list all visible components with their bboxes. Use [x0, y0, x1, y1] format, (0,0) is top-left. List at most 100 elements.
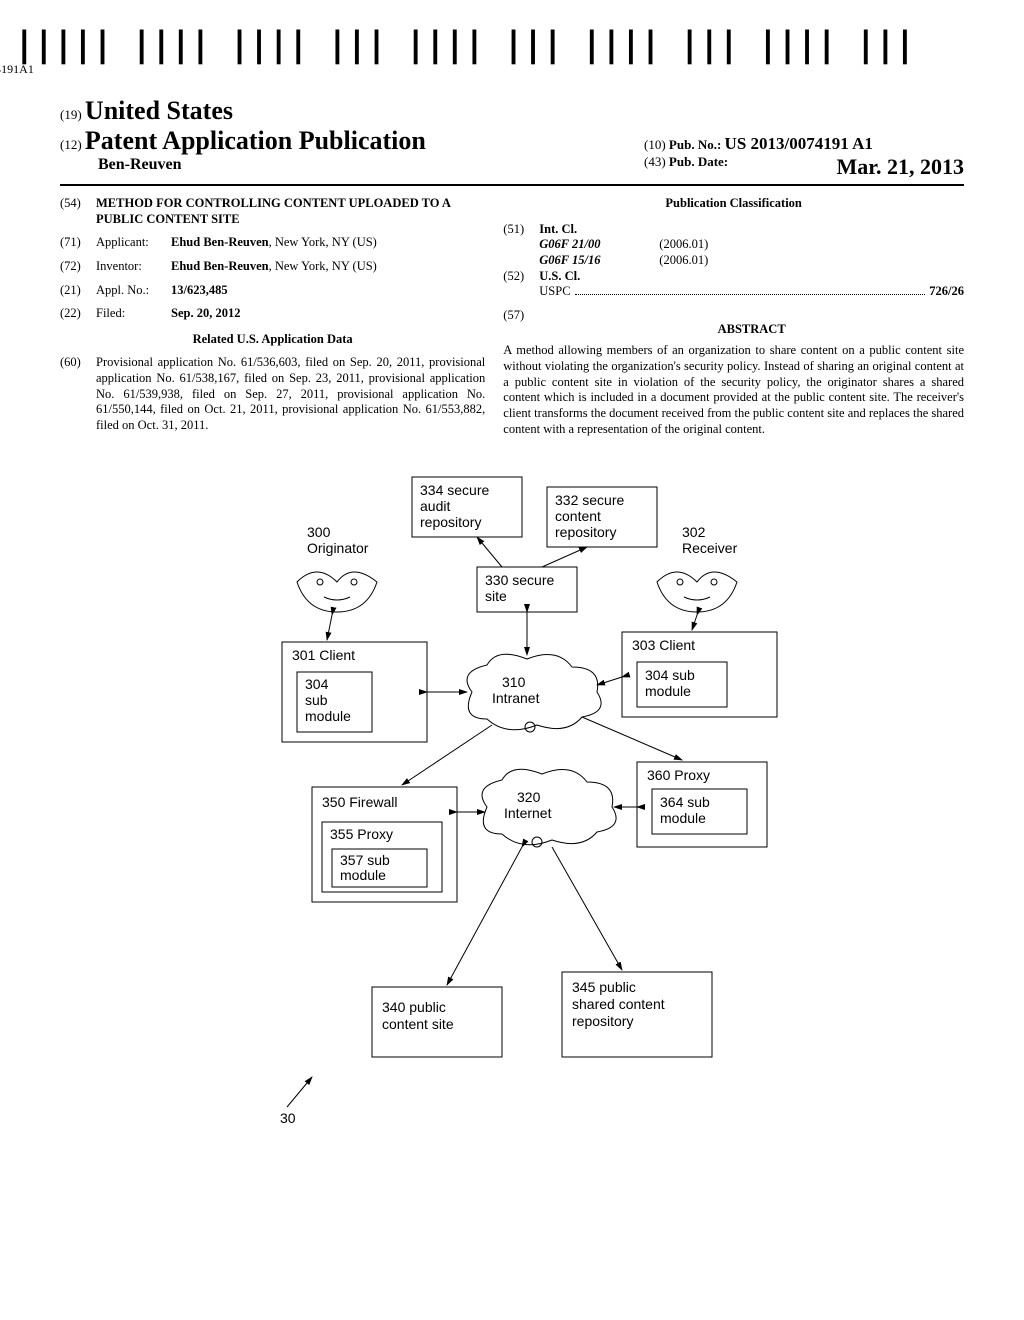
label-304b1: 304 sub: [645, 667, 695, 683]
uscl-label: U.S. Cl.: [539, 269, 964, 285]
inventor-loc: , New York, NY (US): [269, 259, 377, 273]
abstract-code: (57): [503, 308, 539, 344]
inventor-name: Ehud Ben-Reuven: [171, 259, 269, 273]
pub-no: US 2013/0074191 A1: [725, 134, 873, 153]
pub-date-code: (43): [644, 154, 666, 169]
barcode-area: | |||| ||||| || |||| ||| |||| |||| |||| …: [60, 30, 964, 90]
country-code: (19): [60, 107, 82, 122]
applicant-loc: , New York, NY (US): [269, 235, 377, 249]
label-330a: 330 secure: [485, 572, 554, 588]
title-code: (54): [60, 196, 96, 227]
patent-page: | |||| ||||| || |||| ||| |||| |||| |||| …: [0, 0, 1024, 1172]
intcl-item-1: G06F 15/16 (2006.01): [539, 253, 964, 269]
label-340b: content site: [382, 1016, 454, 1032]
applicant-code: (71): [60, 235, 96, 251]
pub-no-code: (10): [644, 137, 666, 152]
intcl-year-0: (2006.01): [659, 237, 708, 253]
pub-title-line: (12) Patent Application Publication: [60, 126, 644, 156]
label-originator: Originator: [307, 540, 369, 556]
provisional-row: (60) Provisional application No. 61/536,…: [60, 355, 485, 433]
appl-label: Appl. No.:: [96, 283, 171, 299]
related-heading: Related U.S. Application Data: [60, 332, 485, 348]
label-304a3: module: [305, 708, 351, 724]
filed-date: Sep. 20, 2012: [171, 306, 485, 322]
country-name: United States: [85, 96, 233, 125]
abstract-heading-row: (57) ABSTRACT: [503, 308, 964, 344]
label-334a: 334 secure: [420, 482, 489, 498]
label-345b: shared content: [572, 996, 665, 1012]
inventor-code: (72): [60, 259, 96, 275]
header-left: (19) United States (12) Patent Applicati…: [60, 96, 644, 180]
label-357a: 357 sub: [340, 852, 390, 868]
invention-title: METHOD FOR CONTROLLING CONTENT UPLOADED …: [96, 196, 485, 227]
barcode-bars: | |||| ||||| || |||| ||| |||| |||| |||| …: [0, 30, 914, 60]
applicant-value: Ehud Ben-Reuven, New York, NY (US): [171, 235, 485, 251]
label-301: 301 Client: [292, 647, 355, 663]
uscl-block: U.S. Cl. USPC 726/26: [539, 269, 964, 300]
filed-row: (22) Filed: Sep. 20, 2012: [60, 306, 485, 322]
uspc-line: USPC 726/26: [539, 284, 964, 300]
uspc-value: 726/26: [929, 284, 964, 300]
filed-label: Filed:: [96, 306, 171, 322]
applicant-row: (71) Applicant: Ehud Ben-Reuven, New Yor…: [60, 235, 485, 251]
filed-code: (22): [60, 306, 96, 322]
intcl-item-0: G06F 21/00 (2006.01): [539, 237, 964, 253]
pub-date-line: (43) Pub. Date: Mar. 21, 2013: [644, 154, 964, 180]
uscl-code: (52): [503, 269, 539, 300]
applicant-name: Ehud Ben-Reuven: [171, 235, 269, 249]
pub-class-heading: Publication Classification: [503, 196, 964, 212]
provisional-text: Provisional application No. 61/536,603, …: [96, 355, 485, 433]
pub-type: Patent Application Publication: [85, 126, 426, 155]
intcl-label: Int. Cl.: [539, 222, 964, 238]
label-345c: repository: [572, 1013, 633, 1029]
barcode: | |||| ||||| || |||| ||| |||| |||| |||| …: [0, 30, 914, 77]
label-320b: Internet: [504, 805, 552, 821]
diagram: 300 Originator 302 Receiver 334 secure a…: [60, 467, 964, 1132]
label-357b: module: [340, 867, 386, 883]
body-columns: (54) METHOD FOR CONTROLLING CONTENT UPLO…: [60, 196, 964, 442]
intcl-code-0: G06F 21/00: [539, 237, 659, 253]
label-304b2: module: [645, 683, 691, 699]
label-304a1: 304: [305, 676, 329, 692]
appl-no: 13/623,485: [171, 283, 485, 299]
label-330b: site: [485, 588, 507, 604]
uspc-label: USPC: [539, 284, 570, 300]
right-column: Publication Classification (51) Int. Cl.…: [503, 196, 964, 442]
label-332a: 332 secure: [555, 492, 624, 508]
country-line: (19) United States: [60, 96, 644, 126]
uscl-row: (52) U.S. Cl. USPC 726/26: [503, 269, 964, 300]
label-334b: audit: [420, 498, 450, 514]
pub-type-code: (12): [60, 137, 82, 152]
intcl-code: (51): [503, 222, 539, 269]
provisional-code: (60): [60, 355, 96, 433]
inventor-label: Inventor:: [96, 259, 171, 275]
title-row: (54) METHOD FOR CONTROLLING CONTENT UPLO…: [60, 196, 485, 227]
label-350: 350 Firewall: [322, 794, 397, 810]
inventor-row: (72) Inventor: Ehud Ben-Reuven, New York…: [60, 259, 485, 275]
label-364b: module: [660, 810, 706, 826]
label-300: 300: [307, 524, 331, 540]
label-302: 302: [682, 524, 706, 540]
pub-date: Mar. 21, 2013: [836, 154, 964, 180]
inventor-value: Ehud Ben-Reuven, New York, NY (US): [171, 259, 485, 275]
abstract-text: A method allowing members of an organiza…: [503, 343, 964, 437]
label-310b: Intranet: [492, 690, 540, 706]
label-30: 30: [280, 1110, 296, 1126]
header-right: (10) Pub. No.: US 2013/0074191 A1 (43) P…: [644, 96, 964, 180]
intcl-row: (51) Int. Cl. G06F 21/00 (2006.01) G06F …: [503, 222, 964, 269]
appl-row: (21) Appl. No.: 13/623,485: [60, 283, 485, 299]
label-303: 303 Client: [632, 637, 695, 653]
label-320a: 320: [517, 789, 541, 805]
label-332b: content: [555, 508, 601, 524]
label-360: 360 Proxy: [647, 767, 710, 783]
label-334c: repository: [420, 514, 481, 530]
label-345a: 345 public: [572, 979, 636, 995]
label-340a: 340 public: [382, 999, 446, 1015]
label-364a: 364 sub: [660, 794, 710, 810]
left-column: (54) METHOD FOR CONTROLLING CONTENT UPLO…: [60, 196, 503, 442]
system-diagram-svg: 300 Originator 302 Receiver 334 secure a…: [202, 467, 822, 1127]
intcl-block: Int. Cl. G06F 21/00 (2006.01) G06F 15/16…: [539, 222, 964, 269]
pub-no-label: Pub. No.:: [669, 137, 721, 152]
pub-no-line: (10) Pub. No.: US 2013/0074191 A1: [644, 134, 964, 154]
uspc-dots: [575, 284, 926, 295]
